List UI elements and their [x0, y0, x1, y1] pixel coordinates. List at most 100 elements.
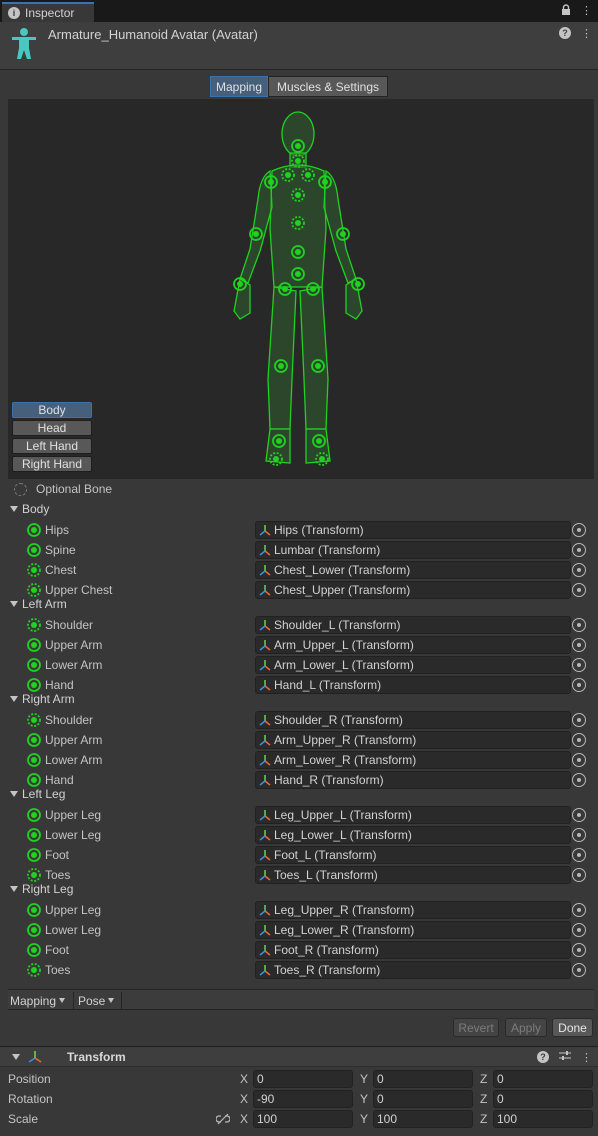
kebab-menu-icon[interactable]: ⋮: [581, 27, 592, 40]
body-part-left-hand[interactable]: Left Hand: [12, 438, 92, 454]
group-left-leg[interactable]: Left Leg: [10, 787, 65, 801]
bone-transform-field[interactable]: Arm_Upper_R (Transform): [255, 731, 571, 749]
foldout-arrow-icon[interactable]: [10, 696, 18, 702]
foldout-arrow-icon[interactable]: [10, 886, 18, 892]
bone-transform-value: Arm_Lower_R (Transform): [274, 753, 417, 767]
bone-transform-field[interactable]: Toes_R (Transform): [255, 961, 571, 979]
bone-transform-field[interactable]: Chest_Upper (Transform): [255, 581, 571, 599]
required-bone-icon: [27, 543, 41, 557]
constrained-proportions-icon[interactable]: [216, 1113, 230, 1125]
chest-bone-marker-dot: [295, 220, 301, 226]
scale-z-field[interactable]: 100: [493, 1110, 593, 1128]
kebab-menu-icon[interactable]: ⋮: [581, 4, 592, 19]
object-picker-icon[interactable]: [572, 543, 586, 557]
object-picker-icon[interactable]: [572, 963, 586, 977]
position-y-field[interactable]: 0: [373, 1070, 473, 1088]
body-part-body[interactable]: Body: [12, 402, 92, 418]
object-picker-icon[interactable]: [572, 848, 586, 862]
help-icon[interactable]: ?: [537, 1051, 549, 1063]
required-bone-icon: [27, 658, 41, 672]
object-picker-icon[interactable]: [572, 678, 586, 692]
right-upper-arm-bone-marker-dot: [322, 179, 328, 185]
object-picker-icon[interactable]: [572, 943, 586, 957]
bone-transform-field[interactable]: Arm_Lower_R (Transform): [255, 751, 571, 769]
body-part-right-hand[interactable]: Right Hand: [12, 456, 92, 472]
object-picker-icon[interactable]: [572, 563, 586, 577]
tab-inspector[interactable]: i Inspector: [2, 2, 94, 22]
group-left-arm[interactable]: Left Arm: [10, 597, 67, 611]
bone-label: Upper Arm: [45, 638, 103, 652]
bone-row: Upper Leg Leg_Upper_R (Transform): [0, 900, 598, 920]
bone-transform-field[interactable]: Hand_L (Transform): [255, 676, 571, 694]
object-picker-icon[interactable]: [572, 903, 586, 917]
bone-transform-field[interactable]: Shoulder_L (Transform): [255, 616, 571, 634]
bone-transform-field[interactable]: Leg_Lower_R (Transform): [255, 921, 571, 939]
right-upper-leg-bone-marker-dot: [310, 286, 316, 292]
right-toes-bone-marker-dot: [319, 456, 325, 462]
object-picker-icon[interactable]: [572, 733, 586, 747]
humanoid-silhouette: [233, 111, 365, 466]
bone-transform-field[interactable]: Arm_Upper_L (Transform): [255, 636, 571, 654]
pose-dropdown[interactable]: Pose: [76, 992, 122, 1009]
bone-transform-field[interactable]: Toes_L (Transform): [255, 866, 571, 884]
kebab-menu-icon[interactable]: ⋮: [581, 1051, 592, 1064]
foldout-arrow-icon[interactable]: [12, 1054, 20, 1060]
foldout-arrow-icon[interactable]: [10, 791, 18, 797]
position-z-field[interactable]: 0: [493, 1070, 593, 1088]
required-bone-icon: [27, 903, 41, 917]
bone-row: Hand Hand_L (Transform): [0, 675, 598, 695]
object-picker-icon[interactable]: [572, 658, 586, 672]
bone-label: Lower Leg: [45, 828, 102, 842]
bone-transform-field[interactable]: Leg_Upper_L (Transform): [255, 806, 571, 824]
body-part-head[interactable]: Head: [12, 420, 92, 436]
object-picker-icon[interactable]: [572, 618, 586, 632]
apply-button[interactable]: Apply: [505, 1018, 547, 1037]
scale-y-field[interactable]: 100: [373, 1110, 473, 1128]
required-bone-icon: [27, 733, 41, 747]
presets-icon[interactable]: [559, 1050, 571, 1064]
bone-transform-field[interactable]: Hips (Transform): [255, 521, 571, 539]
group-body[interactable]: Body: [10, 502, 49, 516]
scale-x-field[interactable]: 100: [253, 1110, 353, 1128]
object-picker-icon[interactable]: [572, 638, 586, 652]
bone-transform-field[interactable]: Arm_Lower_L (Transform): [255, 656, 571, 674]
mapping-dropdown[interactable]: Mapping: [8, 992, 74, 1009]
help-icon[interactable]: ?: [559, 27, 571, 39]
transform-row-rotation: Rotation X -90 Y 0 Z 0: [0, 1089, 598, 1109]
object-picker-icon[interactable]: [572, 523, 586, 537]
lock-icon[interactable]: [561, 4, 571, 19]
bone-transform-field[interactable]: Foot_R (Transform): [255, 941, 571, 959]
object-picker-icon[interactable]: [572, 713, 586, 727]
object-picker-icon[interactable]: [572, 773, 586, 787]
rotation-x-field[interactable]: -90: [253, 1090, 353, 1108]
object-picker-icon[interactable]: [572, 828, 586, 842]
mapping-tab[interactable]: Mapping: [210, 76, 268, 97]
transform-row-position: Position X 0 Y 0 Z 0: [0, 1069, 598, 1089]
bone-transform-field[interactable]: Hand_R (Transform): [255, 771, 571, 789]
object-picker-icon[interactable]: [572, 583, 586, 597]
rotation-z-field[interactable]: 0: [493, 1090, 593, 1108]
muscles-settings-tab[interactable]: Muscles & Settings: [268, 76, 388, 97]
group-right-leg[interactable]: Right Leg: [10, 882, 73, 896]
position-x-field[interactable]: 0: [253, 1070, 353, 1088]
bone-transform-field[interactable]: Leg_Upper_R (Transform): [255, 901, 571, 919]
foldout-arrow-icon[interactable]: [10, 601, 18, 607]
rotation-y-field[interactable]: 0: [373, 1090, 473, 1108]
optional-bone-icon: [27, 563, 41, 577]
bone-transform-field[interactable]: Leg_Lower_L (Transform): [255, 826, 571, 844]
object-picker-icon[interactable]: [572, 753, 586, 767]
revert-button[interactable]: Revert: [453, 1018, 499, 1037]
object-picker-icon[interactable]: [572, 808, 586, 822]
foldout-arrow-icon[interactable]: [10, 506, 18, 512]
bone-transform-field[interactable]: Lumbar (Transform): [255, 541, 571, 559]
bone-label: Spine: [45, 543, 76, 557]
object-picker-icon[interactable]: [572, 923, 586, 937]
object-picker-icon[interactable]: [572, 868, 586, 882]
bone-transform-field[interactable]: Foot_L (Transform): [255, 846, 571, 864]
bone-transform-field[interactable]: Shoulder_R (Transform): [255, 711, 571, 729]
bone-transform-field[interactable]: Chest_Lower (Transform): [255, 561, 571, 579]
done-button[interactable]: Done: [552, 1018, 593, 1037]
bone-row: Shoulder Shoulder_L (Transform): [0, 615, 598, 635]
transform-component-header[interactable]: Transform ? ⋮: [0, 1046, 598, 1067]
group-right-arm[interactable]: Right Arm: [10, 692, 75, 706]
